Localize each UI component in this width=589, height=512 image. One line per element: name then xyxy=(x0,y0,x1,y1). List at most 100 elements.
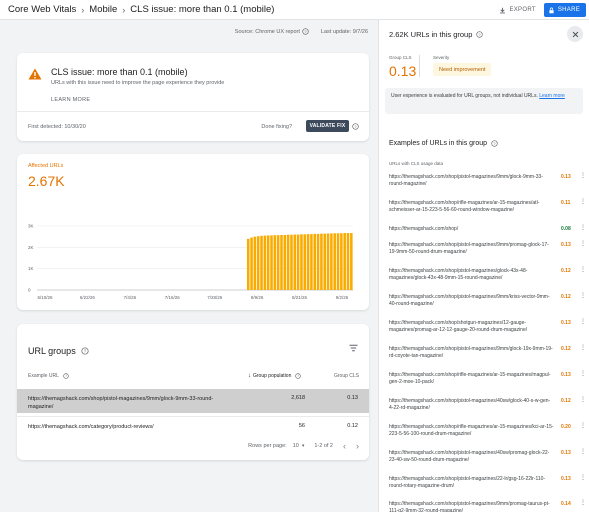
chart-bar[interactable] xyxy=(270,235,273,290)
column-header-group-population[interactable]: ↓ Group population ? xyxy=(248,373,302,379)
chart-bar[interactable] xyxy=(296,234,300,290)
chart-bar[interactable] xyxy=(306,234,310,290)
chart-bar[interactable] xyxy=(263,235,267,290)
example-cls: 0.13 xyxy=(561,242,571,248)
chart-bar[interactable] xyxy=(246,238,250,290)
chart-bar[interactable] xyxy=(266,235,270,290)
prev-page-icon[interactable]: ‹ xyxy=(343,441,346,451)
chart-bar[interactable] xyxy=(286,234,290,290)
more-vert-icon[interactable]: ⋮ xyxy=(580,241,586,248)
chart-bar[interactable] xyxy=(260,235,263,290)
issue-title: CLS issue: more than 0.1 (mobile) xyxy=(51,67,188,77)
chart-bar[interactable] xyxy=(330,233,333,290)
chart-bar[interactable] xyxy=(343,233,346,290)
chart-bar[interactable] xyxy=(290,234,293,290)
x-tick-label: 6/22/26 xyxy=(80,295,96,300)
chart-bar[interactable] xyxy=(280,234,283,290)
learn-more-link[interactable]: Learn more xyxy=(539,93,565,99)
more-vert-icon[interactable]: ⋮ xyxy=(580,267,586,274)
chart-bar[interactable] xyxy=(273,235,277,290)
chart-bar[interactable] xyxy=(293,234,297,290)
row-url: https://themagshack.com/shop/pistol-maga… xyxy=(28,396,214,410)
column-header-label: Group population xyxy=(253,373,292,379)
example-cls: 0.12 xyxy=(561,346,571,352)
chart-bar[interactable] xyxy=(340,233,343,290)
more-vert-icon[interactable]: ⋮ xyxy=(580,173,586,180)
more-vert-icon[interactable]: ⋮ xyxy=(580,225,586,232)
more-vert-icon[interactable]: ⋮ xyxy=(580,345,586,352)
chart-bar[interactable] xyxy=(313,233,317,290)
chart-bar[interactable] xyxy=(350,233,353,290)
row-population: 56 xyxy=(298,423,305,429)
help-icon[interactable]: ? xyxy=(295,373,302,379)
chart-bar[interactable] xyxy=(346,233,350,290)
learn-more-link[interactable]: LEARN MORE xyxy=(51,97,90,103)
next-page-icon[interactable]: › xyxy=(356,441,359,451)
example-url: https://themagshack.com/shop/pistol-maga… xyxy=(389,294,550,307)
help-icon[interactable]: ? xyxy=(302,28,309,35)
breadcrumb-core-web-vitals[interactable]: Core Web Vitals xyxy=(8,4,76,15)
export-label: EXPORT xyxy=(509,7,536,13)
close-button[interactable] xyxy=(567,26,583,42)
info-note-text: User experience is evaluated for URL gro… xyxy=(391,93,538,99)
help-icon[interactable]: ? xyxy=(63,373,69,379)
more-vert-icon[interactable]: ⋮ xyxy=(580,475,586,482)
row-url: https://themagshack.com/category/product… xyxy=(28,424,154,430)
download-icon xyxy=(500,7,506,13)
chart-bar[interactable] xyxy=(300,234,303,290)
validate-fix-button[interactable]: VALIDATE FIX xyxy=(306,120,349,132)
help-icon[interactable]: ? xyxy=(81,347,89,355)
help-icon[interactable]: ? xyxy=(491,140,498,147)
more-vert-icon[interactable]: ⋮ xyxy=(580,199,586,206)
examples-title-text: Examples of URLs in this group xyxy=(389,140,488,147)
chart-bar[interactable] xyxy=(310,234,313,290)
table-row[interactable]: https://themagshack.com/category/product… xyxy=(17,416,369,434)
table-row[interactable]: https://themagshack.com/shop/pistol-maga… xyxy=(17,389,369,413)
chart-bar[interactable] xyxy=(333,233,336,290)
more-vert-icon[interactable]: ⋮ xyxy=(580,293,586,300)
help-icon[interactable]: ? xyxy=(352,123,359,130)
x-tick-label: 7/4/26 xyxy=(124,295,137,300)
chart-bar[interactable] xyxy=(326,233,330,290)
column-header-example-url: Example URL ? xyxy=(28,373,69,379)
svg-text:?: ? xyxy=(304,30,306,34)
issue-description: URLs with this issue need to improve the… xyxy=(51,80,225,86)
example-url: https://themagshack.com/shop/pistol-maga… xyxy=(389,242,549,255)
help-icon[interactable]: ? xyxy=(476,31,484,38)
more-vert-icon[interactable]: ⋮ xyxy=(580,397,586,404)
first-detected: First detected: 10/30/20 xyxy=(28,124,86,130)
column-header-group-cls[interactable]: Group CLS xyxy=(334,373,359,379)
breadcrumb-mobile[interactable]: Mobile xyxy=(89,4,117,15)
chart-bar[interactable] xyxy=(323,233,326,290)
more-vert-icon[interactable]: ⋮ xyxy=(580,500,586,507)
chart-bar[interactable] xyxy=(283,234,287,290)
url-groups-label: URL groups xyxy=(28,346,76,356)
x-tick-label: 7/16/26 xyxy=(165,295,181,300)
row-cls: 0.12 xyxy=(347,423,358,429)
example-url: https://themagshack.com/shop/pistol-maga… xyxy=(389,476,546,489)
chart-bar[interactable] xyxy=(336,233,340,290)
chart-bar[interactable] xyxy=(320,233,323,290)
export-button[interactable]: EXPORT xyxy=(499,7,536,14)
share-button[interactable]: SHARE xyxy=(543,3,586,17)
caret-down-icon[interactable]: ▾ xyxy=(302,443,305,449)
chart-bar[interactable] xyxy=(303,234,307,290)
column-header-label: Example URL xyxy=(28,373,59,379)
share-label: SHARE xyxy=(557,7,580,13)
filter-icon[interactable] xyxy=(349,344,358,352)
example-url: https://themagshack.com/shop/pistol-maga… xyxy=(389,398,551,411)
more-vert-icon[interactable]: ⋮ xyxy=(580,423,586,430)
url-groups-title: URL groups ? xyxy=(28,346,89,356)
more-vert-icon[interactable]: ⋮ xyxy=(580,319,586,326)
chart-bar[interactable] xyxy=(276,235,280,290)
rows-per-page-label: Rows per page: xyxy=(248,443,287,449)
rows-per-page-select[interactable]: 10 xyxy=(293,443,299,449)
chart-bar[interactable] xyxy=(256,236,260,290)
more-vert-icon[interactable]: ⋮ xyxy=(580,449,586,456)
more-vert-icon[interactable]: ⋮ xyxy=(580,371,586,378)
x-tick-label: 8/9/26 xyxy=(251,295,264,300)
y-tick-label: 3K xyxy=(28,224,34,229)
chart-bar[interactable] xyxy=(253,236,257,290)
chart-bar[interactable] xyxy=(250,237,253,290)
chart-bar[interactable] xyxy=(316,233,320,290)
